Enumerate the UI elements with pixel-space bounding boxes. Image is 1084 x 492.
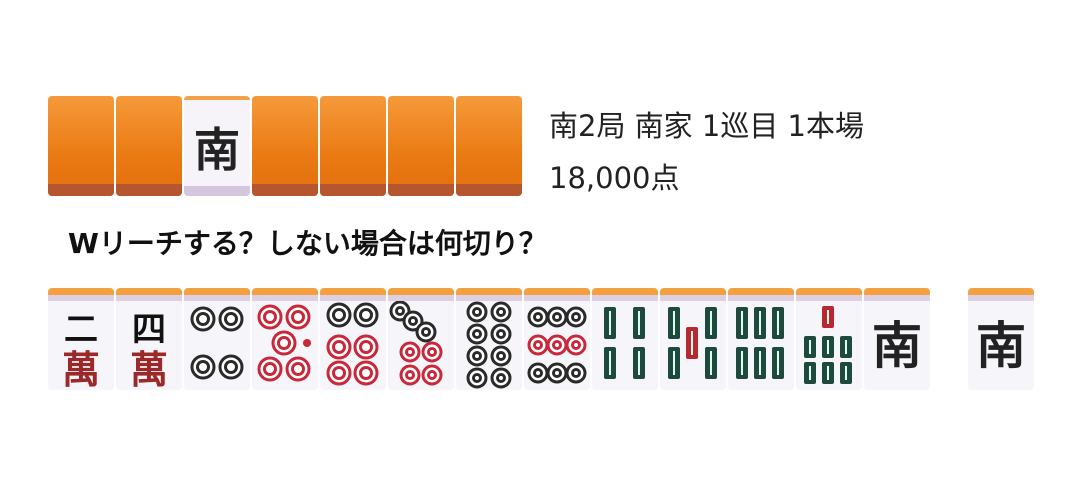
hand: 二萬四萬 南 xyxy=(48,288,932,390)
svg-text:萬: 萬 xyxy=(62,347,100,390)
hand-tile-6s[interactable] xyxy=(728,288,794,390)
south-glyph: 南 xyxy=(872,316,922,375)
hand-tile-7s[interactable] xyxy=(796,288,862,390)
wall-tile-back xyxy=(48,96,114,196)
round-info: 南2局 南家 1巡目 1本場 18,000点 xyxy=(549,100,864,204)
wall-tile-back xyxy=(320,96,386,196)
round-label: 南2局 南家 1巡目 1本場 xyxy=(549,109,865,143)
south-glyph: 南 xyxy=(976,316,1026,375)
hand-tile-2m[interactable]: 二萬 xyxy=(48,288,114,390)
hand-tile-4s[interactable] xyxy=(592,288,658,390)
drawn-tile-S[interactable]: 南 xyxy=(968,288,1034,390)
svg-text:萬: 萬 xyxy=(130,347,168,390)
question-text: Wリーチする？しない場合は何切り？ xyxy=(68,227,547,260)
drawn-tile-area: 南 xyxy=(968,288,1036,390)
hand-tile-5s[interactable] xyxy=(660,288,726,390)
svg-text:四: 四 xyxy=(132,310,166,350)
hand-tile-4p[interactable] xyxy=(184,288,250,390)
hand-tile-5p[interactable] xyxy=(252,288,318,390)
dead-wall: 南 xyxy=(48,96,524,196)
svg-text:二: 二 xyxy=(64,310,98,350)
wall-tile-back xyxy=(388,96,454,196)
hand-tile-S[interactable]: 南 xyxy=(864,288,930,390)
hand-tile-9p[interactable] xyxy=(524,288,590,390)
hand-tile-7p[interactable] xyxy=(388,288,454,390)
wall-tile-back xyxy=(456,96,522,196)
hand-tile-4m[interactable]: 四萬 xyxy=(116,288,182,390)
wall-tile-back xyxy=(252,96,318,196)
dora-indicator-tile: 南 xyxy=(184,96,250,196)
wall-tile-back xyxy=(116,96,182,196)
hand-tile-8p[interactable] xyxy=(456,288,522,390)
points-label: 18,000点 xyxy=(549,161,680,195)
svg-text:南: 南 xyxy=(194,123,240,177)
hand-tile-6p[interactable] xyxy=(320,288,386,390)
